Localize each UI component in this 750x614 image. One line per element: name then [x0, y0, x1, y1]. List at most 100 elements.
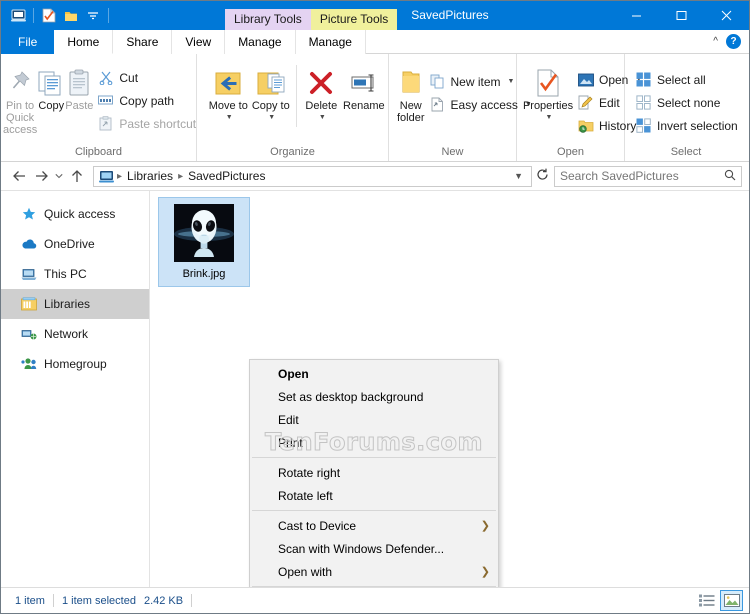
group-label-select: Select [670, 146, 702, 158]
back-button[interactable] [8, 165, 30, 187]
details-view-button[interactable] [695, 590, 718, 611]
context-menu-item-rotate-left[interactable]: Rotate left [250, 484, 498, 507]
cut-button[interactable]: Cut [93, 67, 200, 88]
context-menu: Open Set as desktop background Edit Prin… [249, 359, 499, 613]
tab-home[interactable]: Home [54, 30, 114, 54]
context-menu-item-scan-with-windows-defender[interactable]: Scan with Windows Defender... [250, 537, 498, 560]
breadcrumb-item-libraries[interactable]: Libraries [123, 169, 177, 183]
copy-to-button[interactable]: Copy to ▼ [250, 61, 293, 124]
select-all-icon [635, 71, 652, 88]
copy-to-caret-icon[interactable]: ▼ [268, 112, 275, 124]
invert-selection-button[interactable]: Invert selection [631, 115, 742, 136]
cut-label: Cut [119, 70, 139, 85]
move-to-caret-icon[interactable]: ▼ [226, 112, 233, 124]
help-icon[interactable]: ? [726, 34, 741, 49]
context-menu-item-rotate-right[interactable]: Rotate right [250, 461, 498, 484]
new-item-label: New item [450, 74, 501, 89]
history-icon [577, 117, 594, 134]
status-divider-2 [191, 594, 193, 607]
refresh-button[interactable] [532, 168, 552, 184]
ribbon-group-select: Select all Select none Invert selection … [625, 54, 747, 161]
file-item[interactable]: Brink.jpg [158, 197, 250, 287]
contextual-tab-picture-tools[interactable]: Picture Tools [310, 9, 398, 30]
explorer-icon[interactable] [7, 5, 29, 27]
context-menu-item-open-with[interactable]: Open with ❯ [250, 560, 498, 583]
sidebar-item-this-pc[interactable]: This PC [1, 259, 149, 289]
move-to-button[interactable]: Move to ▼ [207, 61, 250, 124]
file-thumbnail [174, 204, 234, 262]
tab-manage-library[interactable]: Manage [225, 30, 296, 54]
paste-shortcut-button[interactable]: Paste shortcut [93, 113, 200, 134]
new-item-caret-icon[interactable]: ▼ [508, 78, 515, 85]
select-small-buttons: Select all Select none Invert selection [631, 61, 742, 136]
title-bar: Library Tools Picture Tools SavedPicture… [1, 1, 749, 30]
sidebar-item-network[interactable]: Network [1, 319, 149, 349]
edit-icon [577, 94, 594, 111]
context-menu-item-edit[interactable]: Edit [250, 408, 498, 431]
star-icon [21, 206, 37, 222]
delete-caret-icon[interactable]: ▼ [319, 112, 326, 124]
close-button[interactable] [704, 1, 749, 30]
rename-button[interactable]: Rename [342, 61, 386, 112]
context-menu-separator-2 [252, 510, 496, 511]
search-icon[interactable] [724, 169, 736, 184]
properties-icon[interactable] [38, 5, 60, 27]
select-none-button[interactable]: Select none [631, 92, 742, 113]
contextual-tab-library-tools[interactable]: Library Tools [225, 9, 311, 30]
status-selection-size: 2.42 KB [143, 594, 184, 607]
context-menu-item-set-as-desktop-background[interactable]: Set as desktop background [250, 385, 498, 408]
recent-locations-button[interactable] [52, 165, 66, 187]
computer-icon [21, 266, 37, 282]
open-with-label: Open with [278, 564, 333, 579]
sidebar-item-quick-access[interactable]: Quick access [1, 199, 149, 229]
tab-file[interactable]: File [1, 30, 55, 54]
large-icons-view-button[interactable] [720, 590, 743, 611]
select-none-icon [635, 94, 652, 111]
qat-divider-2 [108, 8, 109, 23]
context-menu-item-print[interactable]: Print [250, 431, 498, 454]
tab-share[interactable]: Share [113, 30, 173, 54]
context-menu-item-open[interactable]: Open [250, 362, 498, 385]
search-input[interactable]: Search SavedPictures [554, 165, 742, 187]
maximize-button[interactable] [659, 1, 704, 30]
breadcrumb-item-savedpictures[interactable]: SavedPictures [184, 169, 269, 183]
group-label-new: New [441, 146, 464, 158]
collapse-ribbon-icon[interactable]: ^ [713, 36, 718, 47]
copy-path-button[interactable]: Copy path [93, 90, 200, 111]
ribbon-group-new: New folder New item ▼ Easy access ▼ New [389, 54, 532, 161]
new-folder-icon[interactable] [60, 5, 82, 27]
properties-button[interactable]: Properties ▼ [523, 61, 573, 124]
sidebar-label-onedrive: OneDrive [44, 237, 95, 251]
libraries-path-icon [97, 170, 116, 183]
select-all-button[interactable]: Select all [631, 69, 742, 90]
sidebar-item-libraries[interactable]: Libraries [1, 289, 149, 319]
breadcrumb-dropdown-icon[interactable]: ▼ [514, 171, 528, 181]
ribbon-group-open: Properties ▼ Open ▼ Edit History Open [517, 54, 642, 161]
properties-caret-icon[interactable]: ▼ [546, 112, 553, 124]
copy-button[interactable]: Copy [37, 61, 65, 112]
pin-to-quick-access-button[interactable]: Pin to Quick access [3, 61, 37, 136]
paste-button[interactable]: Paste [65, 61, 93, 112]
new-folder-button[interactable]: New folder [397, 61, 425, 124]
delete-label: Delete [305, 100, 338, 112]
forward-button[interactable] [30, 165, 52, 187]
easy-access-icon [429, 96, 446, 113]
sidebar-item-homegroup[interactable]: Homegroup [1, 349, 149, 379]
up-button[interactable] [66, 165, 88, 187]
pin-to-quick-access-label: Pin to Quick access [3, 100, 38, 136]
customize-dropdown-icon[interactable] [82, 5, 104, 27]
breadcrumb[interactable]: ▸ Libraries ▸ SavedPictures ▼ [93, 165, 532, 187]
new-item-icon [429, 73, 446, 90]
search-placeholder: Search SavedPictures [560, 169, 679, 183]
breadcrumb-sep-2: ▸ [178, 170, 184, 182]
sidebar-label-libraries: Libraries [44, 297, 91, 311]
qat-divider [33, 8, 34, 23]
sidebar-item-onedrive[interactable]: OneDrive [1, 229, 149, 259]
invert-selection-label: Invert selection [657, 118, 738, 133]
minimize-button[interactable] [614, 1, 659, 30]
delete-button[interactable]: Delete ▼ [301, 61, 342, 124]
tab-view[interactable]: View [172, 30, 226, 54]
group-label-organize: Organize [270, 146, 315, 158]
tab-manage-picture[interactable]: Manage [295, 30, 366, 54]
context-menu-item-cast-to-device[interactable]: Cast to Device ❯ [250, 514, 498, 537]
